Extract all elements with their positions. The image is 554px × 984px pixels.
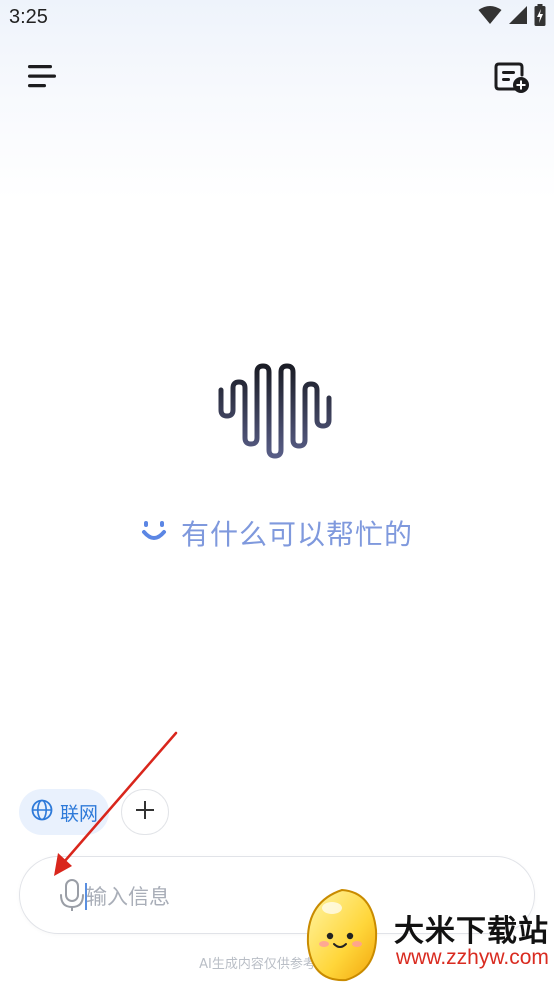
waveform-logo bbox=[212, 358, 342, 462]
plus-icon bbox=[135, 800, 155, 824]
web-search-chip[interactable]: 联网 bbox=[19, 789, 109, 835]
watermark-title: 大米下载站 bbox=[394, 914, 549, 949]
annotation-arrow bbox=[54, 731, 178, 876]
smile-icon bbox=[141, 518, 167, 548]
new-chat-button[interactable] bbox=[492, 60, 532, 100]
battery-icon bbox=[534, 4, 546, 30]
watermark: 大米下载站 www.zzhyw.com bbox=[300, 882, 554, 984]
status-icons bbox=[478, 4, 546, 30]
cell-signal-icon bbox=[508, 5, 528, 29]
menu-button[interactable] bbox=[22, 58, 62, 98]
globe-icon bbox=[30, 798, 54, 826]
text-cursor bbox=[85, 883, 87, 910]
new-chat-icon bbox=[493, 61, 531, 99]
web-search-label: 联网 bbox=[59, 802, 98, 825]
hamburger-menu-icon bbox=[27, 63, 57, 93]
greeting-text: 有什么可以帮忙的 bbox=[180, 518, 413, 551]
rice-mascot-logo bbox=[306, 888, 378, 982]
microphone-icon bbox=[58, 878, 86, 916]
wifi-icon bbox=[478, 5, 502, 29]
greeting: 有什么可以帮忙的 bbox=[0, 508, 554, 558]
status-bar: 3:25 bbox=[0, 0, 554, 36]
status-time: 3:25 bbox=[9, 6, 48, 28]
add-tool-button[interactable] bbox=[121, 789, 169, 835]
watermark-url: www.zzhyw.com bbox=[396, 946, 549, 969]
